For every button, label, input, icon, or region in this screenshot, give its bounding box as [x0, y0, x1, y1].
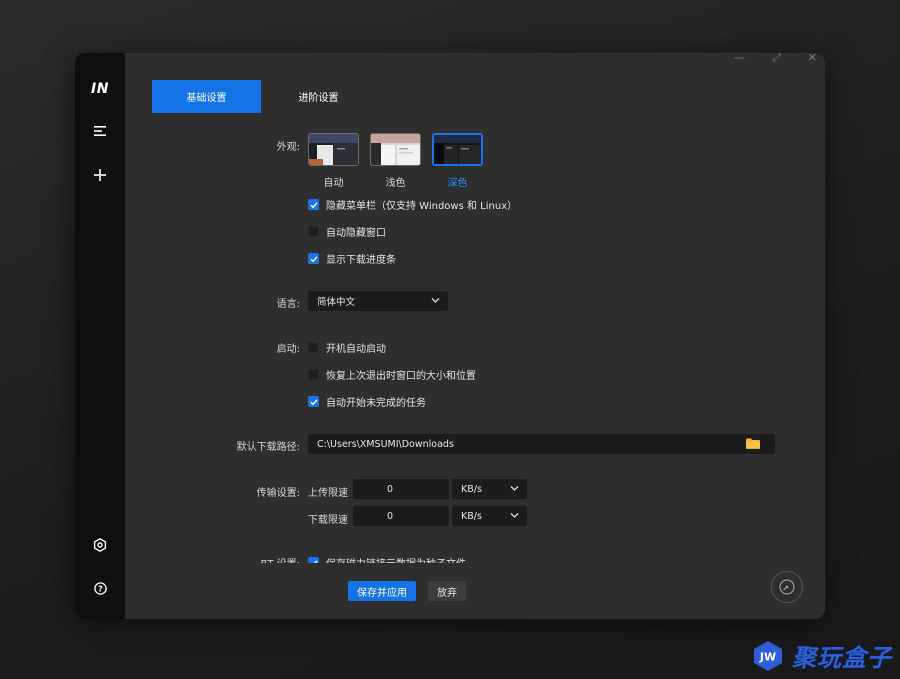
save-apply-button[interactable]: 保存并应用 [348, 581, 416, 601]
download-limit-value: 0 [387, 510, 394, 522]
download-limit-input[interactable]: 0 [353, 506, 449, 526]
checkbox-unchecked[interactable] [308, 226, 319, 237]
speedometer-icon[interactable] [771, 571, 803, 603]
language-select[interactable]: 简体中文 [308, 291, 448, 311]
checkbox-checked[interactable] [308, 253, 319, 264]
watermark-text: 聚玩盒子 [792, 644, 892, 672]
download-unit-value: KB/s [461, 510, 482, 522]
chevron-down-icon [510, 511, 519, 522]
auto-hide-window-option[interactable]: 自动隐藏窗口 [308, 224, 386, 239]
restore-window-option[interactable]: 恢复上次退出时窗口的大小和位置 [308, 367, 476, 382]
appearance-label: 外观: [276, 142, 300, 153]
upload-limit-input[interactable]: 0 [353, 479, 449, 499]
language-label: 语言: [276, 299, 300, 310]
download-limit-label: 下载限速 [308, 515, 348, 526]
checkbox-checked[interactable] [308, 199, 319, 210]
upload-unit-value: KB/s [461, 483, 482, 495]
option-label: 隐藏菜单栏（仅支持 Windows 和 Linux） [326, 201, 518, 212]
show-progress-option[interactable]: 显示下载进度条 [308, 251, 396, 266]
upload-limit-label: 上传限速 [308, 488, 348, 499]
language-value: 简体中文 [317, 297, 356, 308]
option-label: 开机自动启动 [326, 344, 386, 355]
chevron-down-icon [510, 484, 519, 495]
chevron-down-icon [431, 296, 440, 307]
download-path-value: C:\Users\XMSUMI\Downloads [317, 438, 454, 450]
badge-text: JW [759, 650, 776, 663]
settings-panel: 基础设置 进阶设置 外观: 自动 浅色 深色 隐藏菜单栏（仅支持 Windows… [125, 53, 825, 619]
auto-resume-option[interactable]: 自动开始未完成的任务 [308, 394, 426, 409]
watermark: JW 聚玩盒子 [752, 638, 892, 673]
folder-icon[interactable] [746, 438, 760, 452]
upload-unit-select[interactable]: KB/s [452, 479, 527, 499]
option-label: 自动开始未完成的任务 [326, 398, 426, 409]
theme-dark-card[interactable] [432, 133, 483, 166]
theme-light-card[interactable] [370, 133, 421, 166]
jw-badge-icon: JW [752, 640, 784, 672]
sidebar: IN ? [75, 53, 125, 619]
svg-text:?: ? [98, 584, 103, 593]
help-icon[interactable]: ? [88, 576, 112, 600]
app-logo: IN [91, 81, 109, 97]
add-icon[interactable] [88, 163, 112, 187]
menu-icon[interactable] [88, 119, 112, 143]
theme-auto-label: 自动 [323, 178, 344, 189]
theme-auto-card[interactable] [308, 133, 359, 166]
download-unit-select[interactable]: KB/s [452, 506, 527, 526]
checkbox-unchecked[interactable] [308, 342, 319, 353]
theme-dark-label: 深色 [447, 178, 468, 189]
startup-label: 启动: [276, 344, 300, 355]
discard-button[interactable]: 放弃 [428, 581, 466, 601]
option-label: 恢复上次退出时窗口的大小和位置 [326, 371, 476, 382]
settings-icon[interactable] [88, 533, 112, 557]
theme-light-label: 浅色 [385, 178, 406, 189]
download-path-label: 默认下载路径: [236, 442, 300, 453]
upload-limit-value: 0 [387, 483, 394, 495]
checkbox-unchecked[interactable] [308, 369, 319, 380]
download-path-input[interactable]: C:\Users\XMSUMI\Downloads [308, 434, 775, 454]
footer-bar [125, 563, 825, 619]
option-label: 显示下载进度条 [326, 255, 396, 266]
option-label: 自动隐藏窗口 [326, 228, 386, 239]
transfer-label: 传输设置: [256, 488, 300, 499]
tab-basic-settings[interactable]: 基础设置 [152, 80, 261, 113]
hide-menubar-option[interactable]: 隐藏菜单栏（仅支持 Windows 和 Linux） [308, 197, 517, 212]
launch-at-boot-option[interactable]: 开机自动启动 [308, 340, 386, 355]
checkbox-checked[interactable] [308, 396, 319, 407]
scrollbar[interactable] [820, 93, 823, 513]
app-window: — ⤢ ✕ IN ? 基础设置 进阶设置 外观: 自动 浅色 深色 隐藏菜单栏（… [75, 53, 825, 619]
tab-advanced-settings[interactable]: 进阶设置 [261, 80, 376, 113]
